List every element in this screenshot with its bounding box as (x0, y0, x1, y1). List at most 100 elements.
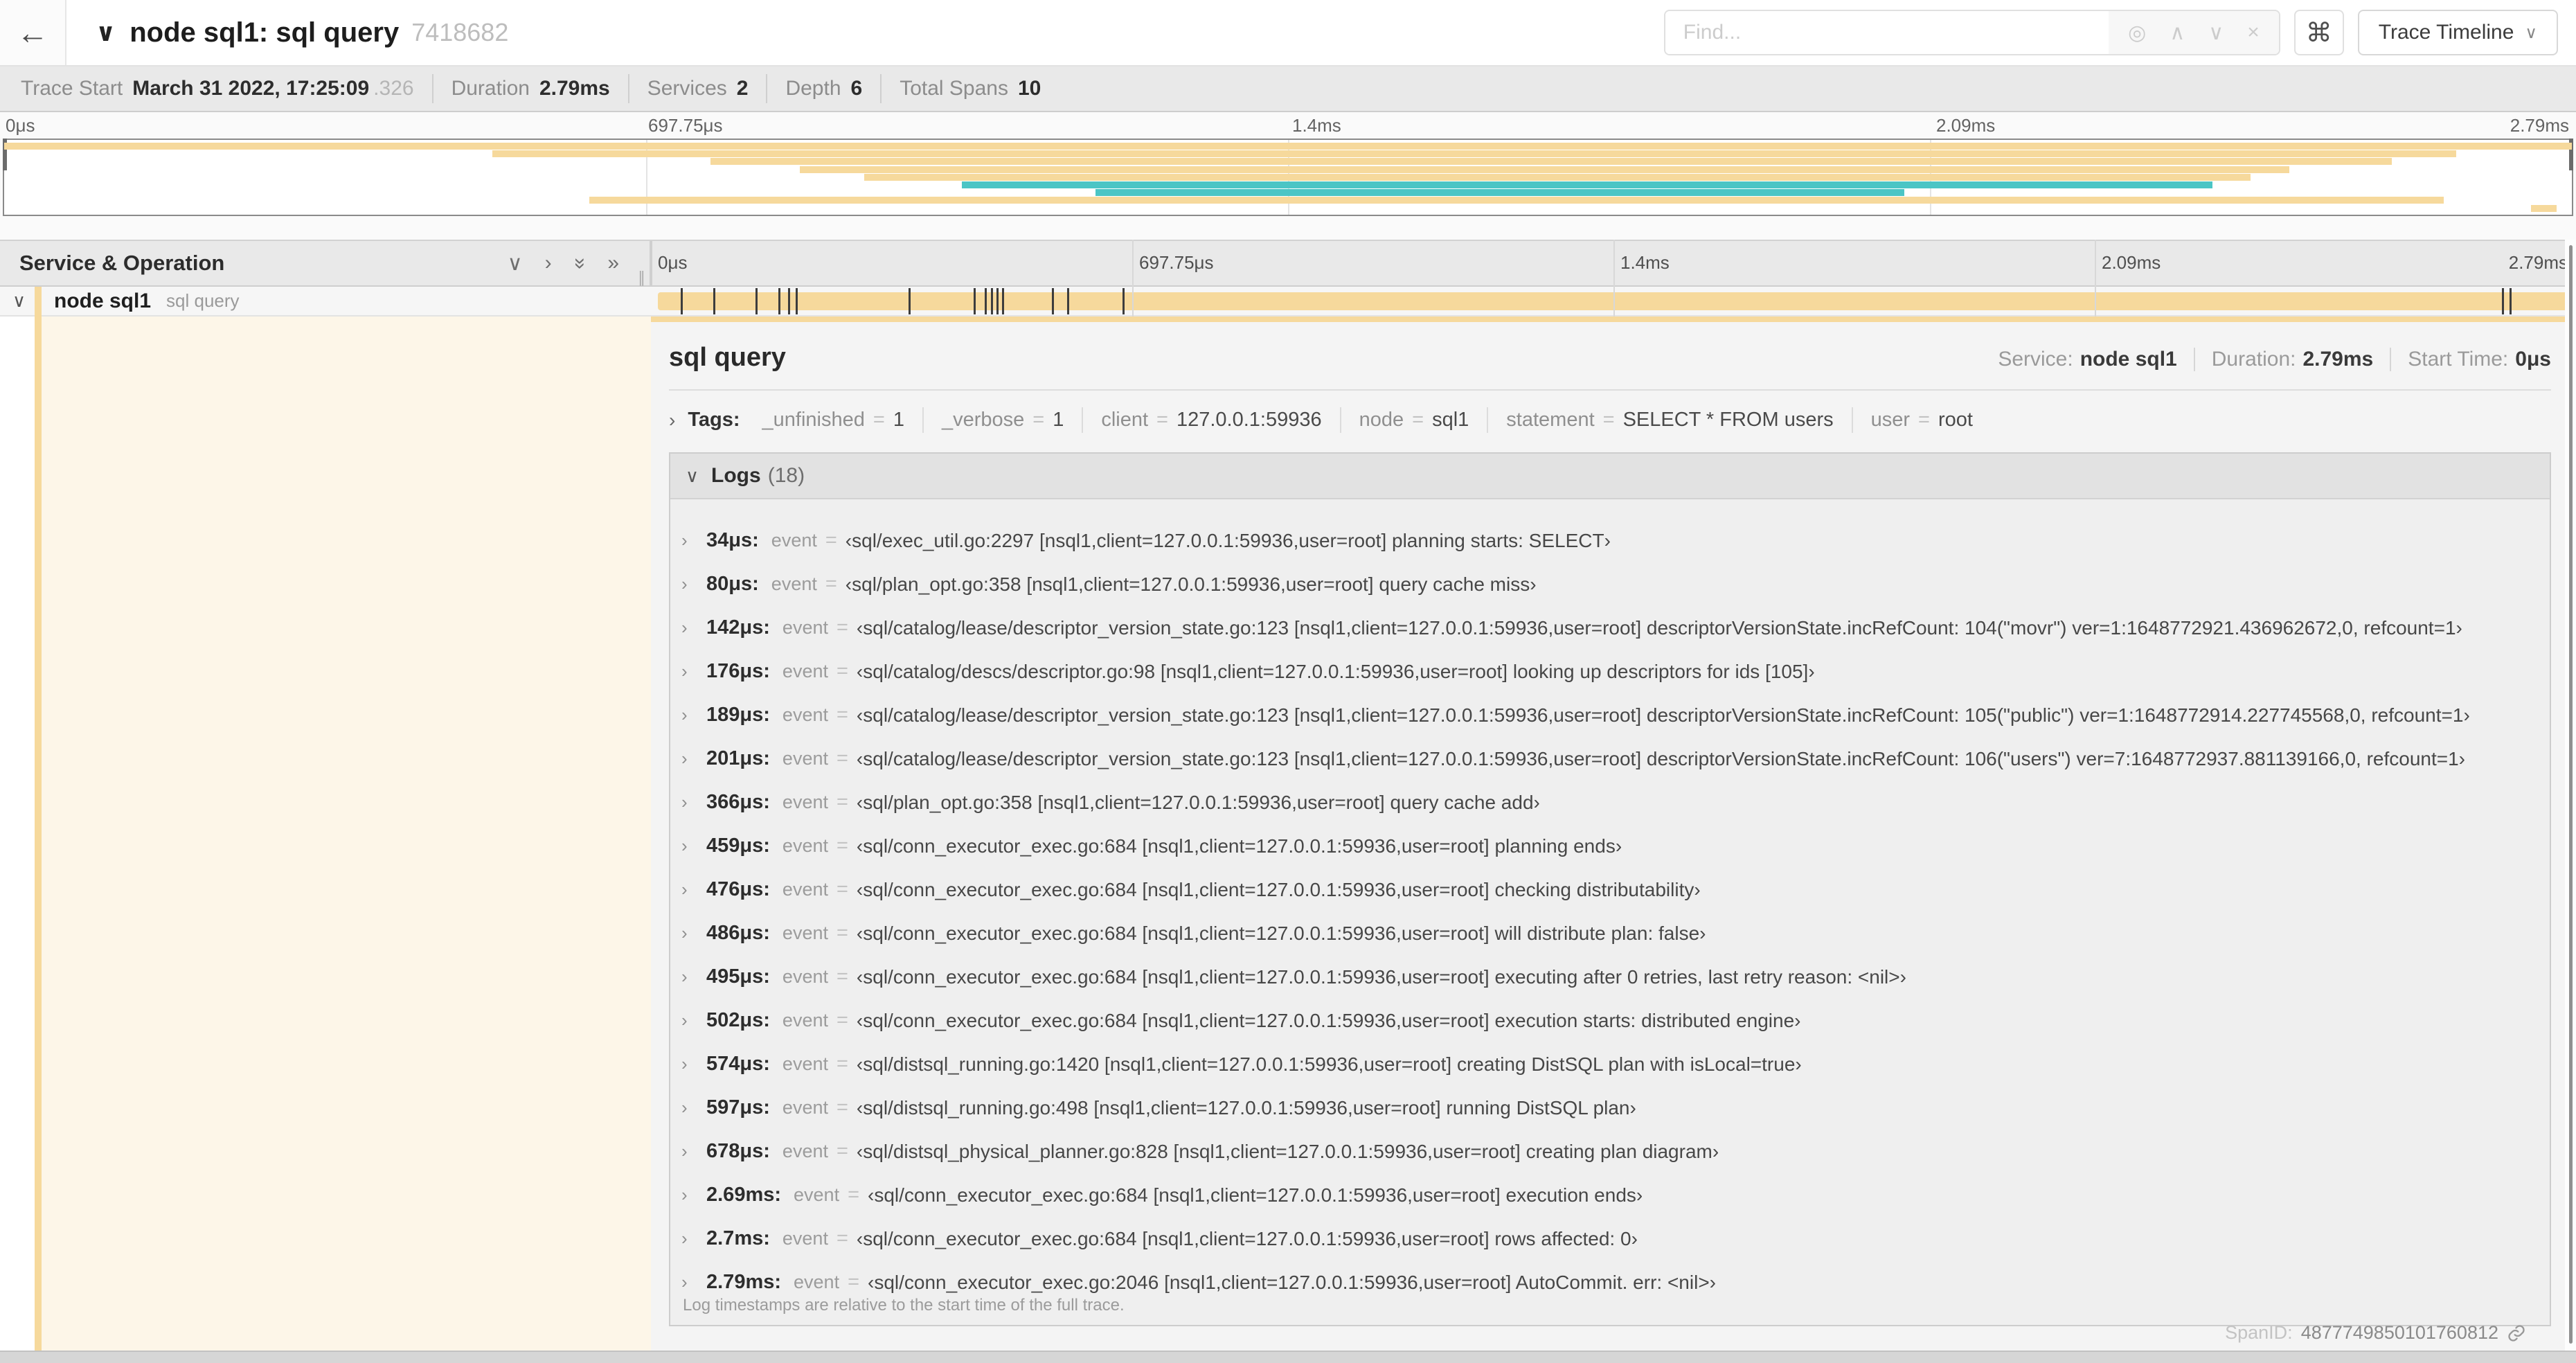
back-button[interactable]: ← (0, 0, 66, 65)
keyboard-shortcuts-button[interactable]: ⌘ (2293, 10, 2344, 55)
detail-span-info: Service: node sql1 Duration: 2.79ms Start Ti… (1981, 348, 2551, 371)
log-timestamp: 502μs: (706, 1009, 770, 1031)
view-selector-button[interactable]: Trace Timeline ∨ (2357, 10, 2558, 55)
log-field-value: ‹sql/conn_executor_exec.go:2046 [nsql1,c… (868, 1271, 1716, 1293)
expand-one-icon[interactable]: › (545, 251, 552, 276)
stat-label: Services (647, 77, 727, 100)
log-row[interactable]: › 80μs: event = ‹sql/plan_opt.go:358 [nsql1,… (681, 562, 2550, 606)
log-field-value: ‹sql/conn_executor_exec.go:684 [nsql1,cl… (856, 835, 1622, 857)
minimap-span-bar (710, 158, 2392, 166)
span-collapse-chevron-icon[interactable]: ∨ (12, 290, 33, 312)
log-field-value: ‹sql/conn_executor_exec.go:684 [nsql1,cl… (868, 1184, 1643, 1206)
stat-label: Depth (785, 77, 841, 100)
log-row[interactable]: › 2.69ms: event = ‹sql/conn_executor_exec.go… (681, 1173, 2550, 1217)
log-marker (713, 288, 716, 314)
tag-item: statement = SELECT * FROM users (1487, 407, 1851, 433)
back-arrow-icon: ← (17, 15, 48, 51)
find-prev-icon[interactable]: ∧ (2170, 21, 2185, 45)
expand-all-icon[interactable]: » (607, 251, 619, 276)
find-input[interactable] (1665, 11, 2109, 54)
log-timestamp: 574μs: (706, 1053, 770, 1075)
minimap-canvas[interactable] (3, 139, 2573, 216)
tags-row[interactable]: › Tags: _unfinished = 1 _verbose = 1 client = 12… (669, 407, 2551, 433)
equals-sign: = (1918, 409, 1930, 431)
equals-sign: = (836, 1096, 848, 1119)
log-row[interactable]: › 142μs: event = ‹sql/catalog/lease/descript… (681, 606, 2550, 650)
tag-value: SELECT * FROM users (1622, 409, 1834, 431)
log-field-value: ‹sql/catalog/descs/descriptor.go:98 [nsq… (856, 660, 1815, 682)
span-detail-area: sql query Service: node sql1 Duration: 2.79… (0, 317, 2576, 1351)
log-row[interactable]: › 176μs: event = ‹sql/catalog/descs/descript… (681, 650, 2550, 693)
detail-info-label: Duration: (2211, 348, 2296, 371)
log-row[interactable]: › 486μs: event = ‹sql/conn_executor_exec.go:… (681, 911, 2550, 955)
span-duration-bar[interactable] (658, 288, 2570, 314)
tag-value: 1 (1053, 409, 1064, 431)
log-row[interactable]: › 502μs: event = ‹sql/conn_executor_exec.go:… (681, 999, 2550, 1042)
page-title: node sql1: sql query (129, 17, 400, 48)
stat-label: Duration (451, 77, 530, 100)
chevron-right-icon: › (681, 923, 688, 943)
view-selector-label: Trace Timeline (2378, 21, 2514, 44)
trace-collapse-chevron-icon[interactable]: ∨ (96, 18, 116, 47)
detail-info-value: 0μs (2515, 348, 2551, 371)
locate-target-icon[interactable]: ◎ (2128, 21, 2146, 45)
log-row[interactable]: › 366μs: event = ‹sql/plan_opt.go:358 [nsql1… (681, 781, 2550, 824)
header-actions: ◎ ∧ ∨ × ⌘ Trace Timeline ∨ (1663, 10, 2576, 55)
timeline-header-row: Service & Operation ∨ › » » ∥ 0μs 697.75μ… (0, 240, 2576, 287)
log-row[interactable]: › 476μs: event = ‹sql/conn_executor_exec.go:… (681, 868, 2550, 911)
equals-sign: = (836, 922, 848, 944)
logs-header[interactable]: ∨ Logs (18) (670, 454, 2550, 499)
log-timestamp: 2.69ms: (706, 1184, 782, 1206)
log-row[interactable]: › 459μs: event = ‹sql/conn_executor_exec.go:… (681, 824, 2550, 868)
log-timestamp: 142μs: (706, 616, 770, 639)
logs-footnote: Log timestamps are relative to the start… (683, 1296, 1125, 1315)
span-id-row: SpanID: 4877749850101760812 (2225, 1322, 2526, 1344)
log-row[interactable]: › 2.7ms: event = ‹sql/conn_executor_exec.go:… (681, 1217, 2550, 1260)
chevron-right-icon: › (681, 1097, 688, 1118)
log-field-key: event (771, 573, 817, 594)
log-row[interactable]: › 34μs: event = ‹sql/exec_util.go:2297 [nsql… (681, 519, 2550, 562)
log-field-value: ‹sql/distsql_running.go:1420 [nsql1,clie… (856, 1053, 1802, 1075)
timeline-tick-label: 697.75μs (1139, 252, 1214, 273)
deep-link-icon[interactable] (2507, 1324, 2526, 1343)
tag-key: node (1359, 409, 1404, 431)
log-field-value: ‹sql/catalog/lease/descriptor_version_st… (856, 616, 2462, 639)
detail-operation-title: sql query (669, 343, 786, 372)
log-row[interactable]: › 678μs: event = ‹sql/distsql_physical_plann… (681, 1130, 2550, 1173)
detail-panel: sql query Service: node sql1 Duration: 2.79… (651, 317, 2576, 1351)
vertical-scrollbar[interactable] (2565, 240, 2576, 1351)
equals-sign: = (848, 1271, 860, 1293)
equals-sign: = (836, 791, 848, 813)
log-row[interactable]: › 495μs: event = ‹sql/conn_executor_exec.go:… (681, 955, 2550, 999)
equals-sign: = (836, 835, 848, 857)
equals-sign: = (873, 409, 885, 431)
log-row[interactable]: › 189μs: event = ‹sql/catalog/lease/descript… (681, 693, 2550, 737)
span-row[interactable]: ∨ node sql1 sql query (0, 287, 2576, 317)
log-row[interactable]: › 201μs: event = ‹sql/catalog/lease/descript… (681, 737, 2550, 781)
span-id-label: SpanID: (2225, 1322, 2293, 1343)
log-row[interactable]: › 597μs: event = ‹sql/distsql_running.go:498… (681, 1086, 2550, 1130)
timeline-collapse-controls: ∨ › » » (508, 251, 637, 276)
log-timestamp: 80μs: (706, 573, 759, 595)
span-row-name-cell[interactable]: ∨ node sql1 sql query (0, 287, 651, 315)
chevron-down-icon: ∨ (686, 465, 699, 486)
chevron-right-icon: › (681, 835, 688, 856)
log-marker (1051, 288, 1054, 314)
log-field-key: event (782, 1010, 828, 1031)
log-field-key: event (782, 923, 828, 943)
find-clear-icon[interactable]: × (2247, 21, 2260, 44)
top-header-bar: ← ∨ node sql1: sql query 7418682 ◎ ∧ ∨ ×… (0, 0, 2576, 66)
collapse-one-icon[interactable]: ∨ (508, 251, 523, 276)
log-timestamp: 495μs: (706, 965, 770, 988)
log-field-value: ‹sql/catalog/lease/descriptor_version_st… (856, 747, 2466, 769)
span-row-timeline-cell[interactable] (651, 287, 2576, 315)
scrollbar-thumb[interactable] (2569, 245, 2573, 1344)
equals-sign: = (1412, 409, 1424, 431)
detail-info-pair: Service: node sql1 (1981, 348, 2193, 371)
find-next-icon[interactable]: ∨ (2208, 21, 2224, 45)
log-field-key: event (782, 1053, 828, 1074)
collapse-all-icon[interactable]: » (567, 258, 591, 269)
log-field-value: ‹sql/distsql_running.go:498 [nsql1,clien… (856, 1096, 1636, 1119)
log-row[interactable]: › 574μs: event = ‹sql/distsql_running.go:142… (681, 1042, 2550, 1086)
tag-item: client = 127.0.0.1:59936 (1082, 407, 1339, 433)
